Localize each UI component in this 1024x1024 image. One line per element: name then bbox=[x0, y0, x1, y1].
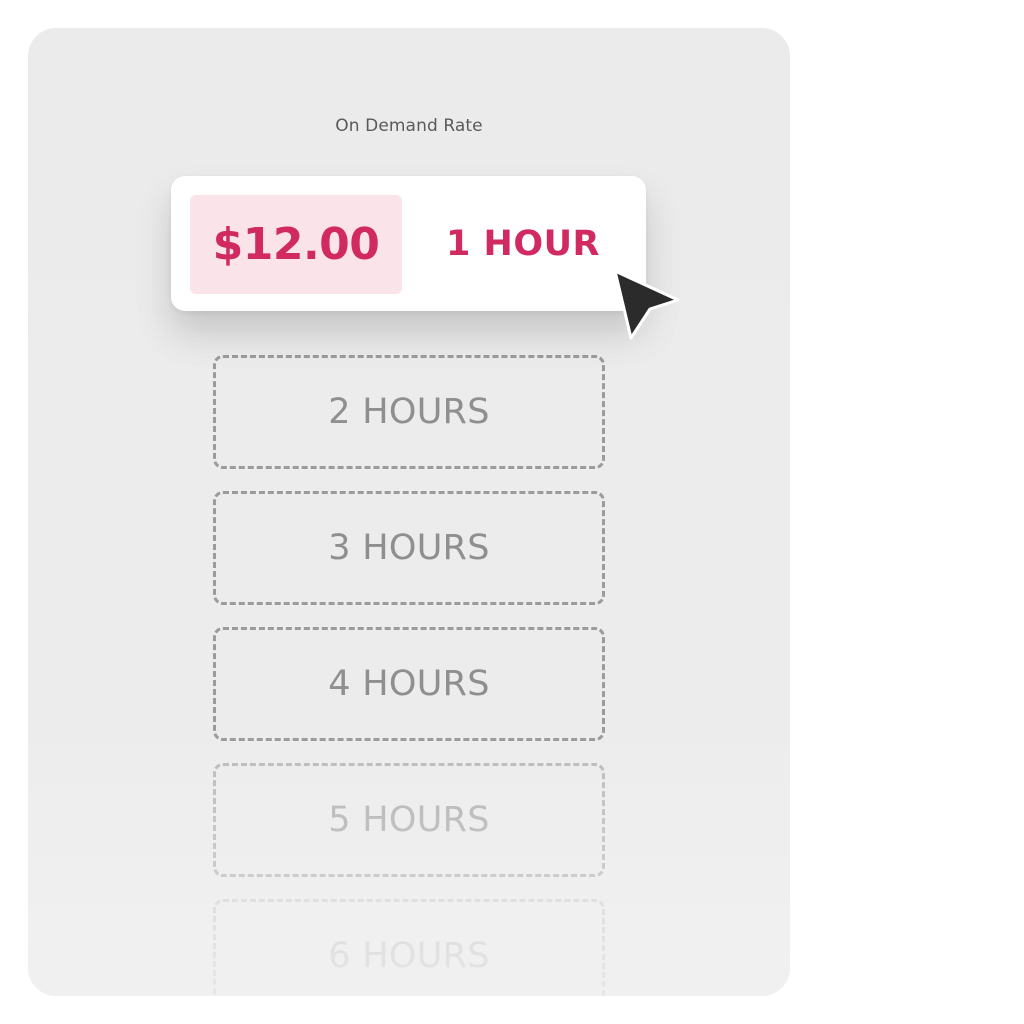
selected-duration: 1 HOUR bbox=[446, 223, 600, 264]
duration-option-5-hours[interactable]: 5 HOURS bbox=[213, 763, 605, 877]
selected-rate-card[interactable]: $12.00 1 HOUR bbox=[171, 176, 646, 311]
rate-panel: On Demand Rate 2 HOURS 3 HOURS 4 HOURS 5… bbox=[28, 28, 790, 996]
duration-option-3-hours[interactable]: 3 HOURS bbox=[213, 491, 605, 605]
rate-price: $12.00 bbox=[212, 219, 380, 270]
duration-option-2-hours[interactable]: 2 HOURS bbox=[213, 355, 605, 469]
duration-option-4-hours[interactable]: 4 HOURS bbox=[213, 627, 605, 741]
duration-option-6-hours[interactable]: 6 HOURS bbox=[213, 899, 605, 996]
panel-title: On Demand Rate bbox=[335, 116, 483, 136]
price-badge: $12.00 bbox=[190, 195, 402, 294]
mouse-pointer-icon bbox=[613, 269, 680, 340]
